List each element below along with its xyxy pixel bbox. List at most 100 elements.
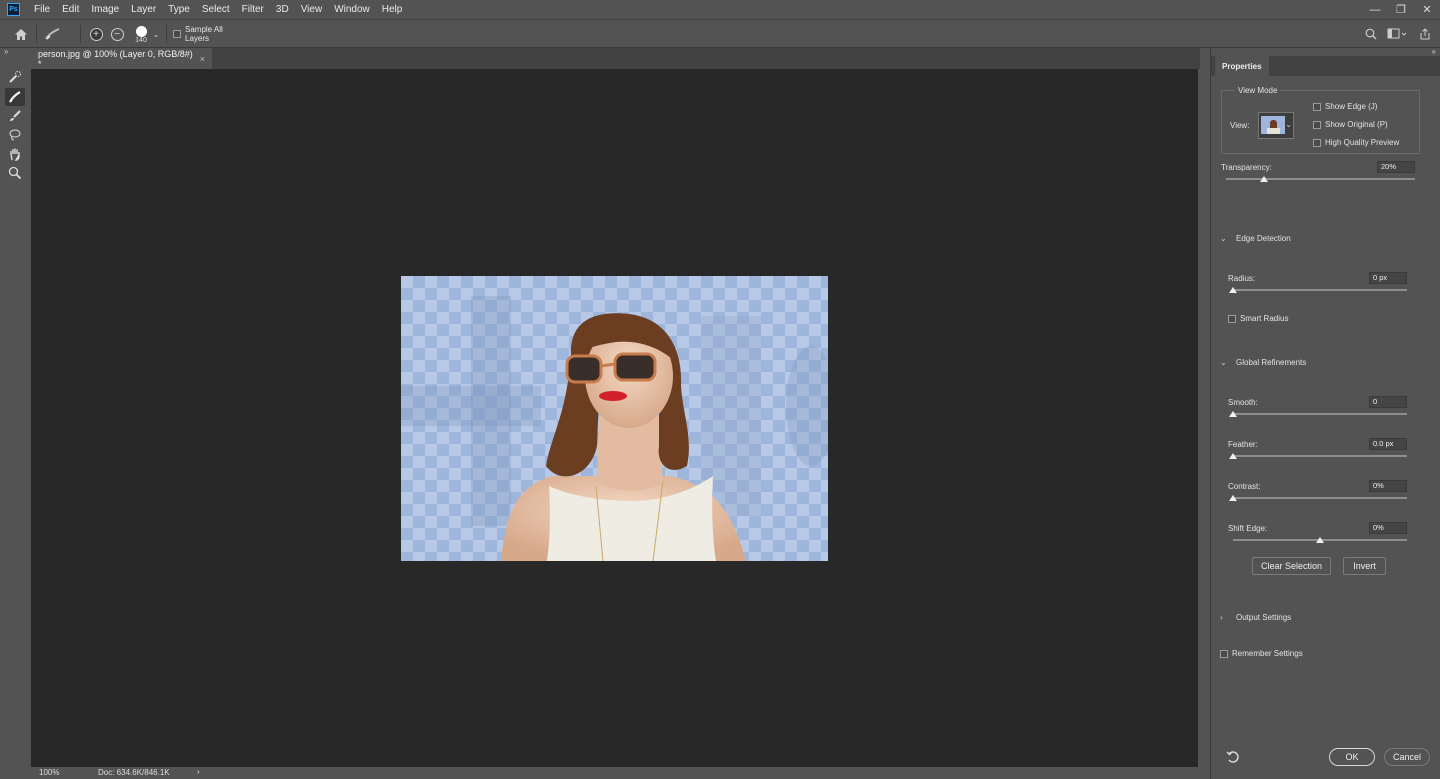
subtract-from-selection-icon[interactable]: − — [109, 20, 125, 48]
collapse-panel-icon[interactable]: » — [4, 47, 8, 56]
vertical-scrollbar[interactable] — [1198, 69, 1210, 767]
panel-tab-bar: Properties — [1211, 56, 1440, 76]
view-mode-title: View Mode — [1235, 86, 1281, 95]
shift-edge-slider-thumb[interactable] — [1316, 537, 1324, 543]
show-edge-label: Show Edge (J) — [1325, 102, 1378, 111]
chevron-down-icon: ⌄ — [1220, 234, 1227, 243]
radius-label: Radius: — [1228, 274, 1256, 283]
brush-size-value: 140 — [135, 36, 147, 44]
contrast-field[interactable]: 0% — [1369, 480, 1407, 492]
menu-view[interactable]: View — [295, 0, 329, 19]
chevron-down-icon: ⌄ — [1285, 120, 1292, 129]
brush-size-picker[interactable]: 140 — [131, 20, 151, 48]
chevron-down-icon: ⌄ — [1220, 358, 1227, 367]
shift-edge-field[interactable]: 0% — [1369, 522, 1407, 534]
remember-settings-checkbox[interactable]: Remember Settings — [1220, 649, 1303, 658]
high-quality-preview-checkbox[interactable]: High Quality Preview — [1313, 138, 1399, 147]
radius-field[interactable]: 0 px — [1369, 272, 1407, 284]
close-icon[interactable]: ✕ — [1414, 0, 1440, 19]
brush-tip-icon — [135, 25, 147, 37]
show-edge-checkbox[interactable]: Show Edge (J) — [1313, 102, 1377, 111]
contrast-slider-thumb[interactable] — [1229, 495, 1237, 501]
feather-field[interactable]: 0.0 px — [1369, 438, 1407, 450]
feather-slider-thumb[interactable] — [1229, 453, 1237, 459]
clear-selection-button[interactable]: Clear Selection — [1252, 557, 1331, 575]
edge-detection-header[interactable]: ⌄ Edge Detection — [1220, 234, 1291, 243]
ok-button[interactable]: OK — [1329, 748, 1375, 766]
smooth-slider-thumb[interactable] — [1229, 411, 1237, 417]
menu-3d[interactable]: 3D — [270, 0, 295, 19]
transparency-slider-thumb[interactable] — [1259, 176, 1268, 182]
person-photo — [401, 276, 828, 561]
status-bar: 100% Doc: 634.6K/846.1K › — [31, 767, 1198, 779]
smooth-slider-track[interactable] — [1233, 413, 1407, 415]
smart-radius-label: Smart Radius — [1240, 314, 1289, 323]
document-tab-bar: person.jpg @ 100% (Layer 0, RGB/8#) * × — [31, 48, 1200, 69]
menu-image[interactable]: Image — [85, 0, 125, 19]
share-icon[interactable] — [1416, 20, 1434, 48]
refine-edge-brush-preset-icon[interactable] — [42, 20, 64, 48]
shift-edge-label: Shift Edge: — [1228, 524, 1268, 533]
transparency-label: Transparency: — [1221, 163, 1272, 172]
smooth-field[interactable]: 0 — [1369, 396, 1407, 408]
contrast-slider-track[interactable] — [1233, 497, 1407, 499]
menu-file[interactable]: File — [28, 0, 56, 19]
menu-edit[interactable]: Edit — [56, 0, 85, 19]
global-refinements-title: Global Refinements — [1236, 358, 1307, 367]
properties-panel: » Properties View Mode View: ⌄ Show Edge… — [1210, 47, 1440, 779]
menu-help[interactable]: Help — [376, 0, 409, 19]
document-image[interactable] — [401, 276, 828, 561]
output-settings-header[interactable]: › Output Settings — [1220, 613, 1291, 622]
global-refinements-header[interactable]: ⌄ Global Refinements — [1220, 358, 1306, 367]
sample-all-layers-checkbox[interactable]: Sample All Layers — [173, 20, 249, 48]
radius-slider-thumb[interactable] — [1229, 287, 1237, 293]
add-to-selection-icon[interactable]: + — [88, 20, 104, 48]
menu-select[interactable]: Select — [196, 0, 236, 19]
menu-filter[interactable]: Filter — [236, 0, 270, 19]
restore-icon[interactable]: ❐ — [1388, 0, 1414, 19]
home-icon[interactable] — [10, 20, 32, 48]
cancel-button[interactable]: Cancel — [1384, 748, 1430, 766]
reset-workspace-icon[interactable] — [1226, 750, 1240, 766]
view-label: View: — [1230, 121, 1250, 130]
menu-type[interactable]: Type — [162, 0, 196, 19]
menu-layer[interactable]: Layer — [125, 0, 162, 19]
refine-edge-brush-icon[interactable] — [5, 88, 25, 106]
sample-all-layers-label: Sample All Layers — [185, 25, 223, 43]
workspace-switcher-icon[interactable] — [1384, 20, 1410, 48]
window-controls: — ❐ ✕ — [1362, 0, 1440, 19]
smart-radius-checkbox[interactable]: Smart Radius — [1228, 314, 1288, 323]
edge-detection-title: Edge Detection — [1236, 234, 1291, 243]
tab-properties[interactable]: Properties — [1215, 56, 1269, 76]
radius-slider-track[interactable] — [1233, 289, 1407, 291]
photoshop-logo-icon: Ps — [7, 3, 20, 16]
feather-slider-track[interactable] — [1233, 455, 1407, 457]
invert-button[interactable]: Invert — [1343, 557, 1386, 575]
search-icon[interactable] — [1362, 20, 1380, 48]
remember-settings-label: Remember Settings — [1232, 649, 1303, 658]
collapse-panel-icon[interactable]: » — [1432, 47, 1436, 56]
chevron-down-icon[interactable]: ⌄ — [151, 20, 161, 48]
brush-tool-icon[interactable] — [5, 107, 25, 125]
document-tab-title: person.jpg @ 100% (Layer 0, RGB/8#) * — [38, 48, 193, 69]
minimize-icon[interactable]: — — [1362, 0, 1388, 19]
hand-tool-icon[interactable] — [5, 145, 25, 163]
menu-bar: Ps File Edit Image Layer Type Select Fil… — [0, 0, 1440, 19]
canvas-area[interactable] — [31, 69, 1198, 767]
close-tab-icon[interactable]: × — [200, 54, 205, 64]
lasso-tool-icon[interactable] — [5, 126, 25, 144]
menu-window[interactable]: Window — [328, 0, 376, 19]
show-original-checkbox[interactable]: Show Original (P) — [1313, 120, 1388, 129]
zoom-level[interactable]: 100% — [39, 768, 59, 777]
transparency-slider-track[interactable] — [1226, 178, 1415, 180]
status-menu-arrow-icon[interactable]: › — [197, 767, 200, 776]
view-mode-dropdown[interactable]: ⌄ — [1258, 112, 1294, 139]
transparency-field[interactable]: 20% — [1377, 161, 1415, 173]
document-tab[interactable]: person.jpg @ 100% (Layer 0, RGB/8#) * × — [31, 48, 212, 69]
sample-all-layers-checkbox-box[interactable] — [173, 30, 181, 38]
quick-selection-tool-icon[interactable] — [5, 68, 25, 86]
doc-size-info: Doc: 634.6K/846.1K — [98, 768, 170, 777]
tools-panel: » — [0, 47, 31, 779]
zoom-tool-icon[interactable] — [5, 164, 25, 182]
high-quality-preview-label: High Quality Preview — [1325, 138, 1400, 147]
